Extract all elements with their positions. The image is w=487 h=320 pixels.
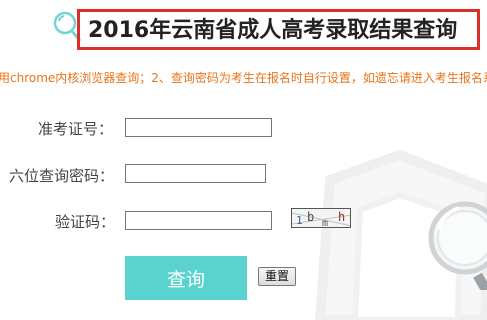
page-title: 2016年云南省成人高考录取结果查询 [88, 18, 458, 43]
query-password-label: 六位查询密码： [9, 167, 115, 185]
svg-text:h: h [338, 210, 345, 224]
svg-text:m: m [322, 218, 328, 228]
exam-number-label: 准考证号： [38, 120, 114, 138]
captcha-graphic: 1 b m h [292, 210, 350, 228]
notice-bar: 使用chrome内核浏览器查询；2、查询密码为考生在报名时自行设置，如遗忘请进入… [0, 70, 487, 88]
query-page: 2016年云南省成人高考录取结果查询 使用chrome内核浏览器查询；2、查询密… [0, 0, 487, 320]
captcha-image[interactable]: 1 b m h [291, 208, 351, 228]
reset-button[interactable]: 重置 [258, 267, 296, 286]
exam-number-input[interactable] [125, 118, 272, 137]
page-title-box: 2016年云南省成人高考录取结果查询 [77, 9, 480, 50]
query-submit-button[interactable]: 查询 [125, 256, 247, 300]
captcha-label: 验证码： [55, 213, 116, 231]
notice-text: 使用chrome内核浏览器查询；2、查询密码为考生在报名时自行设置，如遗忘请进入… [0, 71, 487, 85]
svg-text:1: 1 [296, 214, 303, 227]
query-password-input[interactable] [125, 164, 266, 183]
captcha-input[interactable] [125, 211, 272, 230]
magnifier-icon [428, 201, 487, 290]
svg-text:b: b [307, 210, 314, 224]
